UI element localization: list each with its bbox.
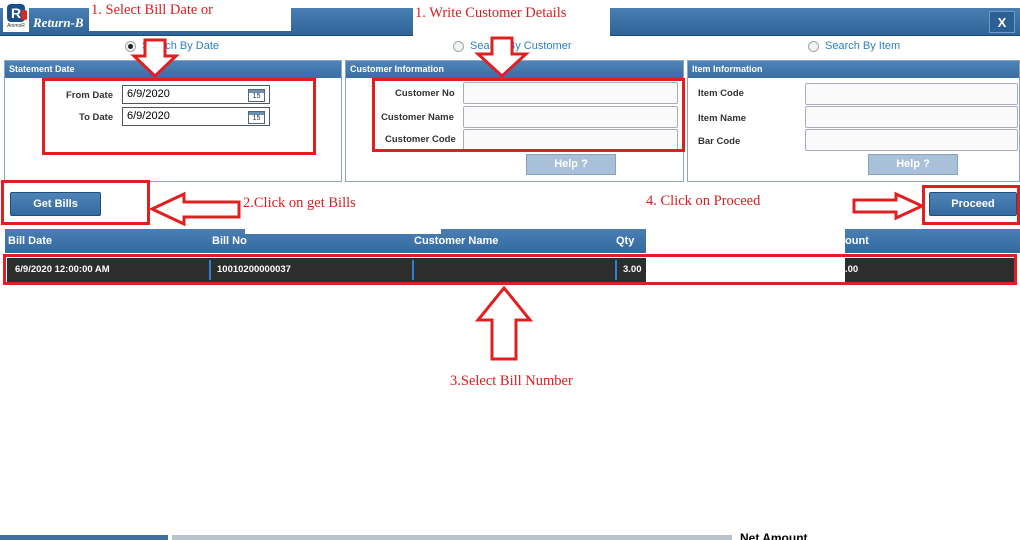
item-name-input[interactable] — [805, 106, 1018, 128]
customer-help-button[interactable]: Help ? — [526, 154, 616, 175]
radio-label: Search By Item — [825, 40, 901, 52]
column-customer-name[interactable]: Customer Name — [414, 235, 498, 247]
annotation-mask — [245, 226, 441, 234]
radio-dot-icon — [808, 40, 819, 52]
column-qty[interactable]: Qty — [616, 235, 634, 247]
arrow-down-icon — [130, 38, 180, 79]
item-name-label: Item Name — [698, 113, 747, 124]
arrow-down-icon — [474, 36, 530, 79]
item-code-input[interactable] — [805, 83, 1018, 105]
arrow-up-icon — [474, 285, 534, 361]
column-amount[interactable]: ount — [845, 235, 869, 247]
column-bill-no[interactable]: Bill No — [212, 235, 247, 247]
panel-header: Item Information — [688, 61, 1019, 78]
bar-code-input[interactable] — [805, 129, 1018, 151]
window-title: Return-B — [33, 15, 84, 30]
annotation-step4: 4. Click on Proceed — [646, 193, 761, 210]
item-information-panel: Item Information Item Code Item Name Bar… — [687, 60, 1020, 182]
bills-grid-header: Bill Date Bill No Customer Name Qty ount — [5, 229, 1020, 253]
app-logo: R AnimoR — [3, 2, 29, 32]
highlight-bill-row — [3, 254, 1017, 285]
status-bar — [172, 535, 732, 540]
annotation-step1-date: 1. Select Bill Date or — [89, 0, 291, 31]
highlight-customer-fields — [372, 78, 685, 152]
return-bill-window: Return-B X R AnimoR Search By Date Searc… — [0, 0, 1020, 540]
item-code-label: Item Code — [698, 88, 744, 99]
highlight-get-bills — [1, 180, 150, 225]
item-help-button[interactable]: Help ? — [868, 154, 958, 175]
logo-mark: R — [7, 4, 27, 22]
annotation-step1-customer: 1. Write Customer Details — [413, 0, 610, 36]
column-bill-date[interactable]: Bill Date — [8, 235, 52, 247]
net-amount-label: Net Amount — [740, 531, 808, 540]
highlight-proceed — [922, 185, 1020, 225]
radio-search-by-item[interactable]: Search By Item — [808, 40, 900, 52]
annotation-step2: 2.Click on get Bills — [243, 195, 356, 212]
highlight-date-fields — [42, 78, 316, 155]
arrow-left-icon — [148, 191, 241, 227]
status-bar — [0, 535, 168, 540]
close-button[interactable]: X — [989, 11, 1015, 33]
logo-text: AnimoR — [7, 23, 25, 29]
bar-code-label: Bar Code — [698, 136, 741, 147]
arrow-right-icon — [852, 191, 926, 221]
radio-dot-icon — [453, 40, 464, 52]
annotation-step3: 3.Select Bill Number — [450, 373, 573, 390]
